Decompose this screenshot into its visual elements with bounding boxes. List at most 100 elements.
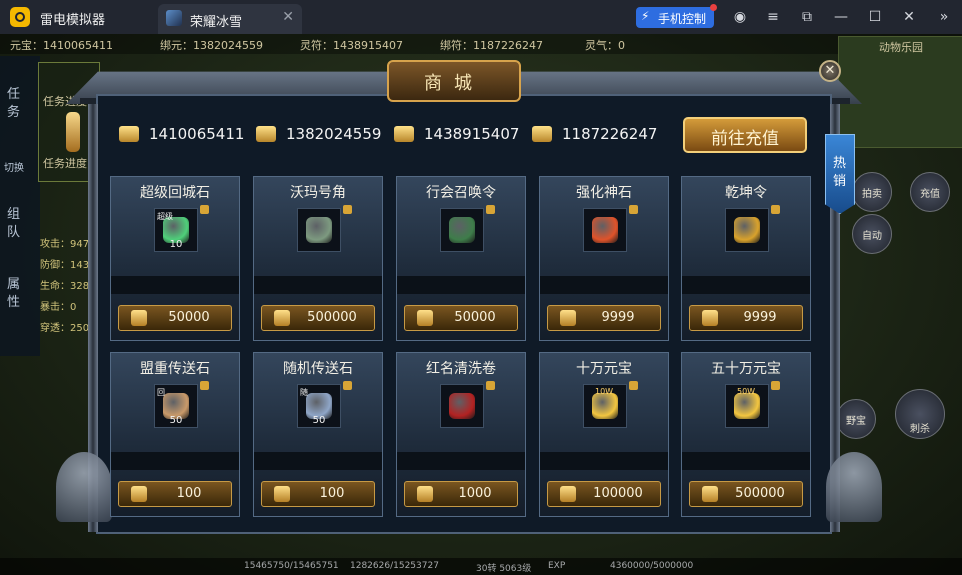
lock-icon: [486, 381, 495, 390]
notification-dot: [710, 4, 717, 11]
talisman-icon: [131, 486, 147, 502]
tab-quest[interactable]: 任务: [7, 86, 27, 122]
currency-value: 1382024559: [286, 125, 382, 143]
item-divider: [254, 452, 382, 470]
item-tag: 回: [157, 388, 165, 397]
gold-ingot-icon: [560, 486, 576, 502]
buy-button[interactable]: 9999: [689, 305, 803, 331]
gold-ingot-icon: [702, 486, 718, 502]
lock-icon: [771, 381, 780, 390]
go-recharge-label: 前往充值: [711, 129, 779, 149]
shop-item-card[interactable]: 红名清洗卷 1000: [396, 352, 526, 517]
buy-button[interactable]: 500000: [689, 481, 803, 507]
tab-hot-sale[interactable]: 热销: [825, 134, 855, 214]
lantern-icon: [66, 112, 80, 152]
shop-item-card[interactable]: 强化神石 9999: [539, 176, 669, 341]
talisman-icon: [274, 310, 290, 326]
assassinate-skill-button[interactable]: 刺杀: [895, 389, 945, 439]
auto-label: 自动: [862, 231, 882, 242]
item-price: 1000: [458, 486, 492, 501]
hud-stat-bound-talisman: 绑符：1187226247: [440, 39, 543, 52]
item-name: 超级回城石: [140, 185, 210, 201]
buy-button[interactable]: 50000: [118, 305, 232, 331]
tab-team[interactable]: 组队: [7, 206, 27, 242]
item-price: 500000: [307, 310, 357, 325]
minimap[interactable]: 动物乐园: [838, 36, 962, 148]
item-name: 五十万元宝: [711, 361, 781, 377]
item-divider: [540, 276, 668, 294]
close-shop-icon[interactable]: ✕: [819, 60, 841, 82]
item-name: 强化神石: [576, 185, 632, 201]
item-slot: [440, 205, 495, 252]
buy-button[interactable]: 9999: [547, 305, 661, 331]
item-name: 随机传送石: [283, 361, 353, 377]
talisman-icon: [560, 310, 576, 326]
shop-item-card[interactable]: 行会召唤令 50000: [396, 176, 526, 341]
item-divider: [682, 452, 810, 470]
account-icon[interactable]: ◉: [731, 8, 749, 26]
item-name: 红名清洗卷: [426, 361, 496, 377]
auction-button[interactable]: 拍卖: [852, 172, 892, 212]
game-tab-label: 荣耀冰雪: [190, 15, 243, 30]
item-divider: [540, 452, 668, 470]
shop-item-card[interactable]: 乾坤令 9999: [681, 176, 811, 341]
item-price: 100000: [593, 486, 643, 501]
item-divider: [682, 276, 810, 294]
go-recharge-button[interactable]: 前往充值: [683, 117, 807, 153]
level-readout: 30转 5063级: [476, 564, 532, 574]
item-slot: [297, 205, 352, 252]
buy-button[interactable]: 1000: [404, 481, 518, 507]
recharge-hud-label: 充值: [920, 189, 940, 200]
treasure-skill-button[interactable]: 野宝: [836, 399, 876, 439]
left-dragon-statue: [56, 452, 112, 522]
left-side-panel: 任务 切换 组队 属性: [0, 56, 40, 356]
item-price: 50000: [454, 310, 496, 325]
auto-button[interactable]: 自动: [852, 214, 892, 254]
switch-button[interactable]: 切换: [4, 160, 34, 178]
expand-sidebar-icon[interactable]: »: [935, 8, 953, 26]
shop-item-card[interactable]: 沃玛号角 500000: [253, 176, 383, 341]
shop-item-card[interactable]: 五十万元宝 50W 500000: [681, 352, 811, 517]
buy-button[interactable]: 50000: [404, 305, 518, 331]
exp-label: EXP: [548, 561, 566, 571]
lock-icon: [343, 381, 352, 390]
app-name: 雷电模拟器: [40, 13, 106, 28]
close-window-icon[interactable]: ✕: [900, 8, 918, 26]
shop-item-card[interactable]: 十万元宝 10W 100000: [539, 352, 669, 517]
shop-item-card[interactable]: 随机传送石随 50 100: [253, 352, 383, 517]
tab-attributes[interactable]: 属性: [7, 276, 27, 312]
item-price: 9999: [743, 310, 777, 325]
item-icon: [449, 217, 475, 243]
buy-button[interactable]: 100: [118, 481, 232, 507]
maximize-icon[interactable]: ☐: [866, 8, 884, 26]
buy-button[interactable]: 100000: [547, 481, 661, 507]
item-name: 乾坤令: [725, 185, 767, 201]
talisman-icon: [417, 310, 433, 326]
recharge-hud-button[interactable]: 充值: [910, 172, 950, 212]
hud-stat-yuanbao: 元宝：1410065411: [10, 39, 113, 52]
hud-stat-bound-yuanbao: 绑元：1382024559: [160, 39, 263, 52]
item-slot: [440, 381, 495, 428]
item-tag: 10W: [595, 387, 614, 396]
shop-item-card[interactable]: 盟重传送石回 50 100: [110, 352, 240, 517]
phone-control-button[interactable]: ⚡ 手机控制: [636, 4, 717, 28]
window-mode-icon[interactable]: ⧉: [798, 8, 816, 26]
shop-item-card[interactable]: 超级回城石 超级 10 50000: [110, 176, 240, 341]
item-divider: [397, 452, 525, 470]
gold-ingot-icon: [119, 126, 139, 142]
talisman-icon: [417, 486, 433, 502]
item-price: 50000: [168, 310, 210, 325]
game-tab[interactable]: 荣耀冰雪 ✕: [158, 4, 302, 34]
item-name: 行会召唤令: [426, 185, 496, 201]
item-slot: 50W: [725, 381, 780, 428]
buy-button[interactable]: 500000: [261, 305, 375, 331]
item-slot: [725, 205, 780, 252]
menu-icon[interactable]: ≡: [764, 8, 782, 26]
bound-gold-icon: [256, 126, 276, 142]
minimize-icon[interactable]: —: [832, 8, 850, 26]
buy-button[interactable]: 100: [261, 481, 375, 507]
lock-icon: [343, 205, 352, 214]
hot-sale-label: 热销: [833, 156, 847, 189]
bound-talisman-icon: [532, 126, 552, 142]
close-tab-icon[interactable]: ✕: [282, 9, 294, 25]
